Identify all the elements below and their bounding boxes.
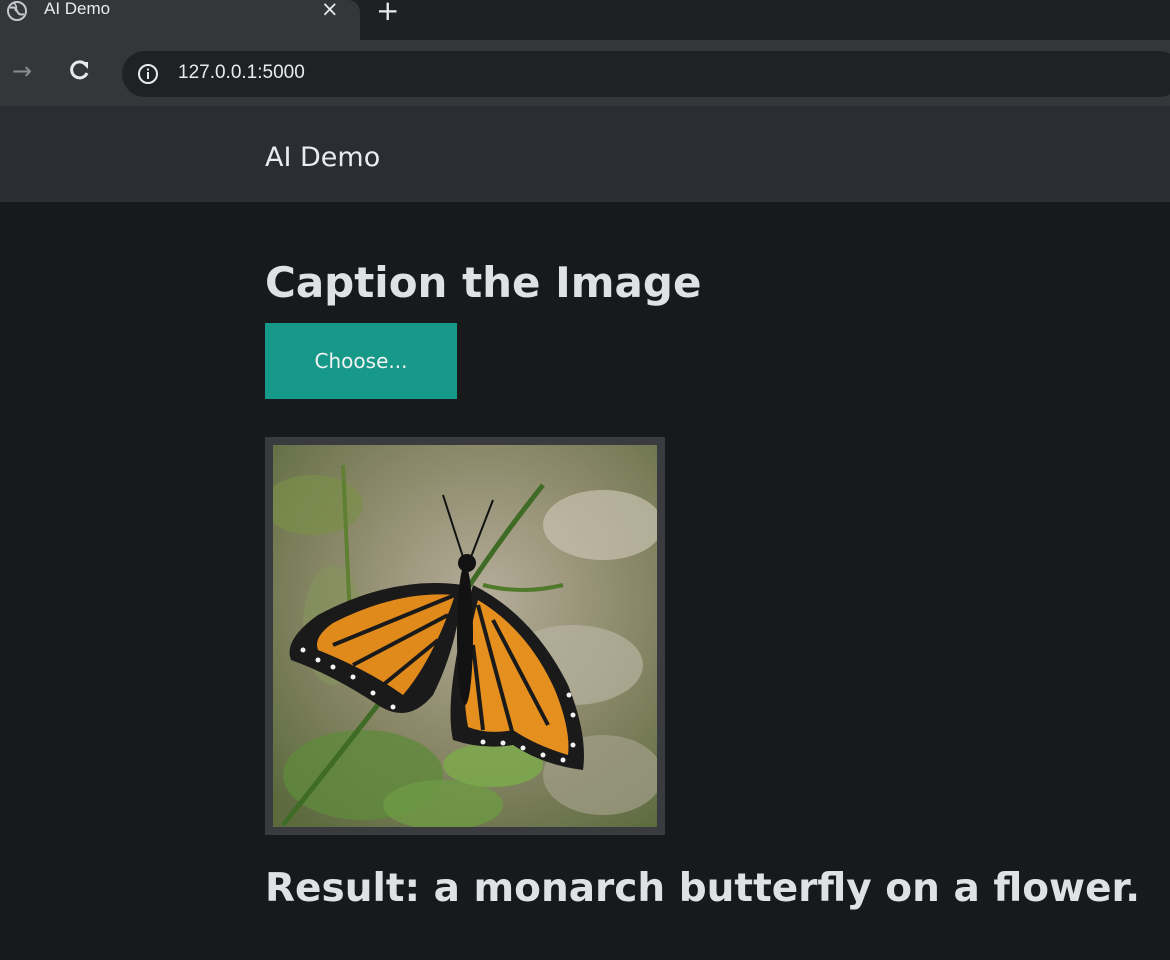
page-navbar: AI Demo bbox=[0, 106, 1170, 202]
browser-tab-strip: AI Demo × + bbox=[0, 0, 1170, 40]
url-text[interactable]: 127.0.0.1:5000 bbox=[178, 62, 305, 84]
page-title: Caption the Image bbox=[265, 258, 702, 307]
uploaded-image-frame bbox=[265, 437, 665, 835]
butterfly-image bbox=[273, 445, 657, 827]
reload-icon[interactable] bbox=[66, 56, 94, 84]
result-caption: Result: a monarch butterfly on a flower. bbox=[265, 866, 1141, 911]
address-bar[interactable]: 127.0.0.1:5000 bbox=[122, 51, 1170, 97]
browser-tab[interactable]: AI Demo × bbox=[0, 0, 360, 40]
tab-title: AI Demo bbox=[44, 0, 111, 18]
forward-arrow-icon[interactable]: → bbox=[12, 57, 32, 85]
choose-file-button[interactable]: Choose... bbox=[265, 323, 457, 399]
browser-toolbar: → 127.0.0.1:5000 bbox=[0, 40, 1170, 106]
new-tab-button[interactable]: + bbox=[376, 0, 399, 27]
site-info-icon[interactable] bbox=[136, 62, 160, 86]
navbar-brand[interactable]: AI Demo bbox=[265, 142, 380, 173]
globe-icon bbox=[6, 0, 28, 22]
close-tab-icon[interactable]: × bbox=[321, 0, 339, 21]
